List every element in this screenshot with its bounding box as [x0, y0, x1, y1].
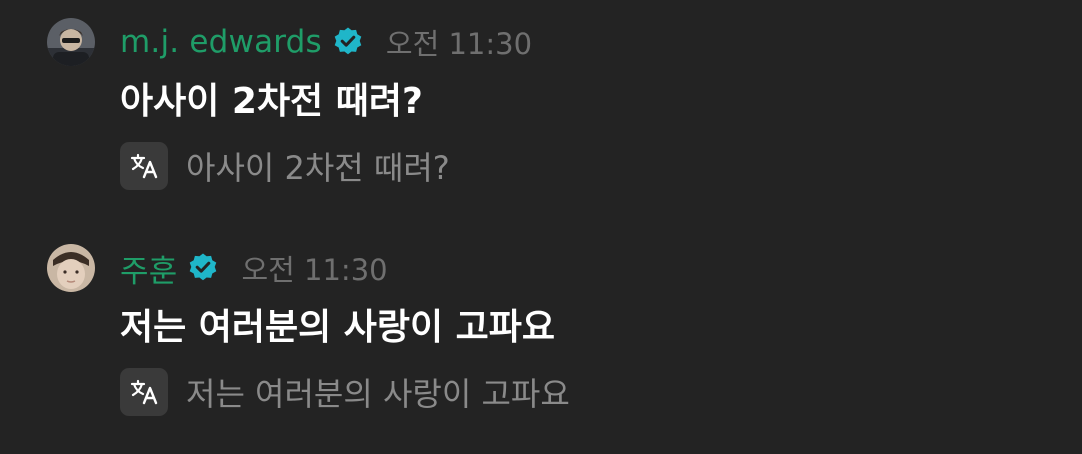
username[interactable]: m.j. edwards [120, 24, 322, 60]
translation-text: 아사이 2차전 때려? [186, 149, 450, 187]
message-text: 저는 여러분의 사랑이 고파요 [120, 307, 556, 348]
avatar-image [47, 18, 95, 66]
translate-icon[interactable] [120, 368, 168, 416]
timestamp: 오전 11:30 [385, 27, 533, 61]
verified-badge-icon [187, 252, 219, 284]
message-text: 아사이 2차전 때려? [120, 81, 423, 122]
verified-badge-icon [332, 26, 364, 58]
timestamp: 오전 11:30 [241, 253, 388, 287]
user-avatar[interactable] [47, 18, 95, 66]
message-header: m.j. edwards 오전 11:30 [120, 14, 532, 70]
translation-row: 아사이 2차전 때려? [120, 142, 450, 190]
message-header: 주훈 오전 11:30 [120, 240, 388, 296]
translation-text: 저는 여러분의 사랑이 고파요 [186, 375, 570, 413]
avatar-image [47, 244, 95, 292]
username[interactable]: 주훈 [120, 246, 177, 291]
user-avatar[interactable] [47, 244, 95, 292]
translation-row: 저는 여러분의 사랑이 고파요 [120, 368, 570, 416]
translate-icon[interactable] [120, 142, 168, 190]
